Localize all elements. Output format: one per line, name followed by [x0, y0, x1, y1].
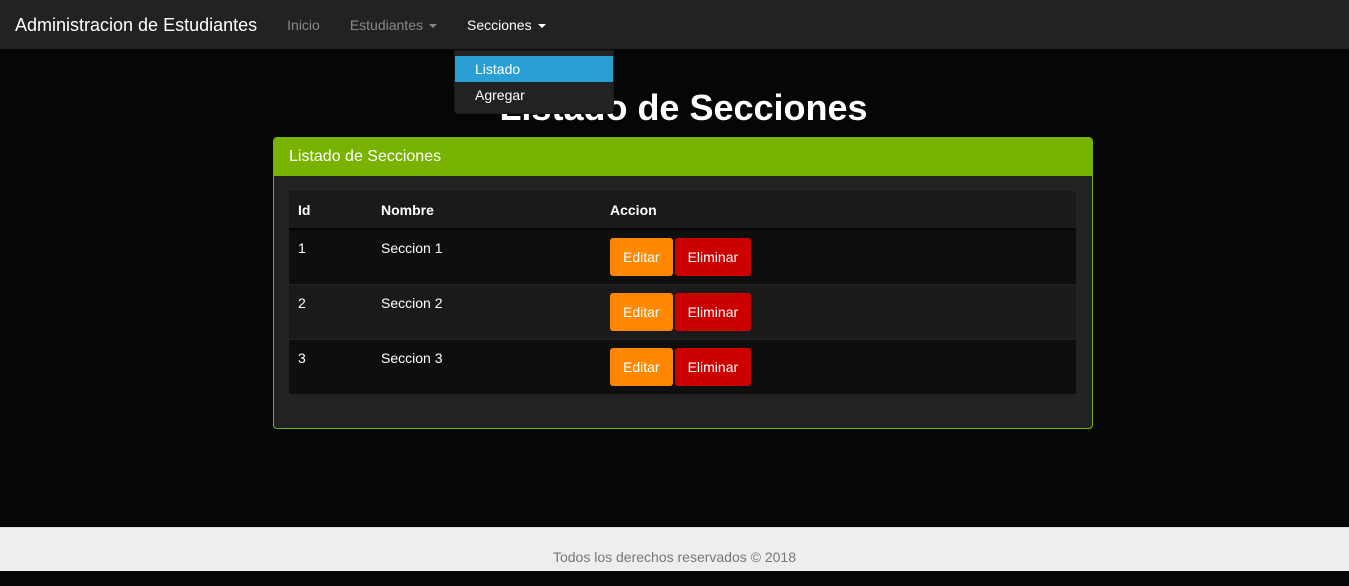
table-header-row: Id Nombre Accion [289, 191, 1076, 230]
panel-heading: Listado de Secciones [274, 138, 1092, 176]
footer: Todos los derechos reservados © 2018 [0, 527, 1349, 571]
delete-button[interactable]: Eliminar [674, 292, 752, 331]
edit-button[interactable]: Editar [610, 238, 673, 276]
page-title: Listado de Secciones [499, 87, 868, 128]
navbar-brand[interactable]: Administracion de Estudiantes [0, 0, 272, 50]
dropdown-item-listado[interactable]: Listado [455, 56, 613, 82]
panel-body: Id Nombre Accion 1 Seccion 1 Editar Elimi… [274, 176, 1092, 409]
column-header-nombre: Nombre [372, 191, 601, 230]
cell-nombre: Seccion 1 [372, 228, 601, 284]
dropdown-item-agregar[interactable]: Agregar [455, 82, 613, 108]
cell-actions: Editar Eliminar [601, 338, 1076, 394]
navbar-menu: Inicio Estudiantes Secciones [272, 0, 560, 50]
cell-nombre: Seccion 2 [372, 283, 601, 339]
nav-item-inicio[interactable]: Inicio [272, 0, 335, 50]
navbar: Administracion de Estudiantes Inicio Est… [0, 0, 1349, 50]
nav-item-label: Secciones [467, 16, 532, 33]
cell-id: 1 [289, 228, 372, 284]
nav-item-secciones[interactable]: Secciones [452, 0, 561, 50]
column-header-accion: Accion [601, 191, 1076, 230]
cell-actions: Editar Eliminar [601, 283, 1076, 339]
nav-item-estudiantes[interactable]: Estudiantes [335, 0, 452, 50]
delete-button[interactable]: Eliminar [674, 347, 752, 386]
table-row: 2 Seccion 2 Editar Eliminar [289, 283, 1076, 339]
caret-down-icon [537, 23, 546, 28]
caret-down-icon [429, 23, 437, 28]
secciones-table: Id Nombre Accion 1 Seccion 1 Editar Elimi… [289, 191, 1076, 394]
cell-id: 2 [289, 283, 372, 339]
cell-id: 3 [289, 338, 372, 394]
secciones-dropdown-menu: Listado Agregar [454, 50, 614, 114]
cell-nombre: Seccion 3 [372, 338, 601, 394]
footer-text: Todos los derechos reservados © 2018 [552, 549, 796, 565]
edit-button[interactable]: Editar [610, 292, 673, 331]
column-header-id: Id [289, 191, 372, 230]
table-row: 3 Seccion 3 Editar Eliminar [289, 338, 1076, 394]
secciones-panel: Listado de Secciones Id Nombre Accion 1 … [273, 137, 1093, 429]
cell-actions: Editar Eliminar [601, 228, 1076, 284]
nav-item-label: Estudiantes [349, 16, 423, 33]
table-row: 1 Seccion 1 Editar Eliminar [289, 228, 1076, 284]
edit-button[interactable]: Editar [610, 347, 673, 386]
delete-button[interactable]: Eliminar [674, 238, 752, 276]
nav-item-label: Inicio [287, 16, 320, 33]
